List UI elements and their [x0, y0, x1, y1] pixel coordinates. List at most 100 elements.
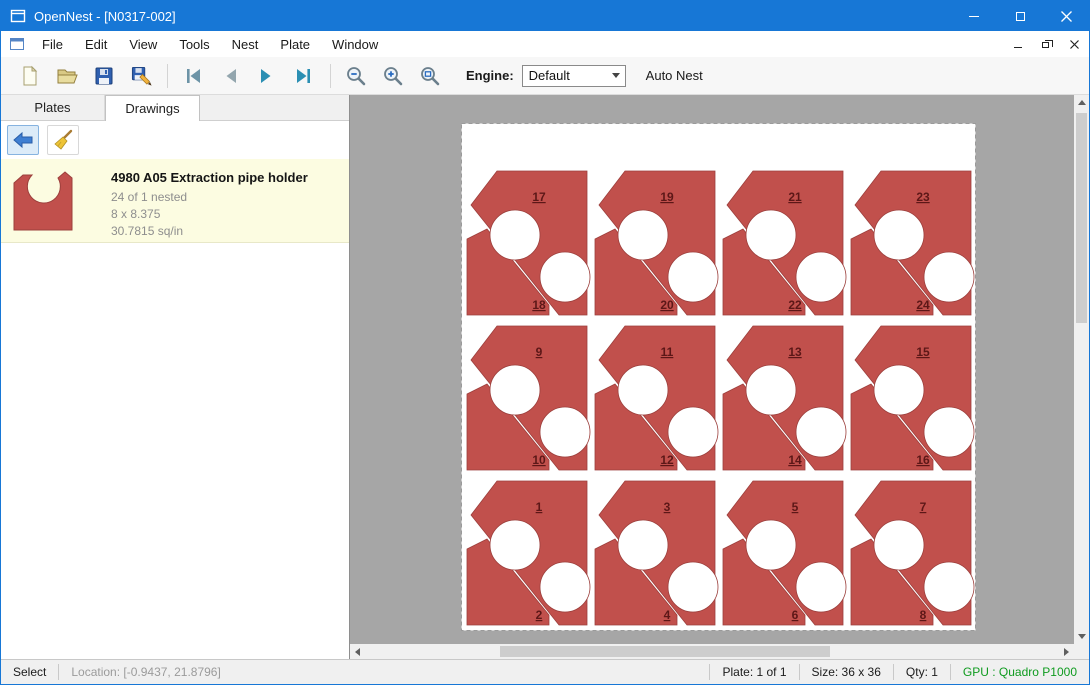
scrollbar-corner [1074, 644, 1089, 659]
vertical-scrollbar[interactable] [1074, 95, 1089, 644]
nest-cell[interactable]: 23 24 [851, 171, 974, 315]
zoom-fit-button[interactable] [415, 61, 445, 91]
scroll-left-icon[interactable] [350, 644, 365, 659]
nest-cell[interactable]: 7 8 [851, 481, 974, 625]
chevron-down-icon[interactable] [608, 66, 625, 86]
previous-plate-button[interactable] [215, 61, 245, 91]
part-number-top: 5 [792, 500, 799, 514]
close-button[interactable] [1043, 1, 1089, 31]
new-file-icon [19, 65, 41, 87]
tab-drawings[interactable]: Drawings [105, 95, 200, 121]
maximize-icon [1016, 12, 1025, 21]
save-icon [93, 65, 115, 87]
nest-cell[interactable]: 9 10 [467, 326, 590, 470]
menu-plate[interactable]: Plate [269, 31, 321, 57]
drawing-meta: 4980 A05 Extraction pipe holder 24 of 1 … [111, 159, 308, 242]
part-pair [595, 326, 718, 470]
menu-view[interactable]: View [118, 31, 168, 57]
part-pair [851, 481, 974, 625]
zoom-out-button[interactable] [341, 61, 371, 91]
part-thumbnail [11, 169, 75, 233]
import-drawing-button[interactable] [7, 125, 39, 155]
status-plate: Plate: 1 of 1 [710, 665, 798, 679]
nest-cell[interactable]: 1 2 [467, 481, 590, 625]
menu-edit[interactable]: Edit [74, 31, 118, 57]
first-plate-button[interactable] [178, 61, 208, 91]
sidebar-tabstrip: Plates Drawings [1, 95, 349, 121]
part-number-bottom: 14 [788, 453, 802, 467]
menu-bar: File Edit View Tools Nest Plate Window [1, 31, 1089, 57]
menu-file[interactable]: File [31, 31, 74, 57]
status-location: Location: [-0.9437, 21.8796] [59, 665, 232, 679]
clear-drawings-button[interactable] [47, 125, 79, 155]
vertical-scroll-thumb[interactable] [1076, 113, 1087, 323]
horizontal-scrollbar[interactable] [350, 644, 1074, 659]
blue-arrow-icon [11, 128, 35, 152]
mdi-minimize-button[interactable] [1005, 33, 1031, 55]
part-number-top: 21 [788, 190, 802, 204]
status-qty: Qty: 1 [894, 665, 950, 679]
menu-window[interactable]: Window [321, 31, 389, 57]
previous-arrow-icon [219, 65, 241, 87]
maximize-button[interactable] [997, 1, 1043, 31]
save-edit-icon [130, 65, 152, 87]
status-mode: Select [1, 665, 58, 679]
menu-nest[interactable]: Nest [221, 31, 270, 57]
tab-drawings-label: Drawings [125, 101, 179, 116]
horizontal-scroll-thumb[interactable] [500, 646, 830, 657]
first-arrow-icon [182, 65, 204, 87]
nest-cell[interactable]: 17 18 [467, 171, 590, 315]
nest-cell[interactable]: 3 4 [595, 481, 718, 625]
part-pair [467, 171, 590, 315]
mdi-minimize-icon [1014, 47, 1022, 48]
nest-cell[interactable]: 15 16 [851, 326, 974, 470]
status-size: Size: 36 x 36 [800, 665, 893, 679]
zoom-in-icon [382, 65, 404, 87]
drawing-title: 4980 A05 Extraction pipe holder [111, 170, 308, 185]
opennest-window: OpenNest - [N0317-002] File Edit View To… [0, 0, 1090, 685]
mdi-restore-button[interactable] [1033, 33, 1059, 55]
menu-tools[interactable]: Tools [168, 31, 220, 57]
part-number-top: 13 [788, 345, 802, 359]
nesting-canvas[interactable]: 17 18 19 20 21 22 23 24 9 10 [350, 95, 1089, 659]
next-plate-button[interactable] [252, 61, 282, 91]
save-button[interactable] [89, 61, 119, 91]
part-number-top: 9 [536, 345, 543, 359]
part-number-top: 11 [661, 345, 674, 359]
document-window-icon[interactable] [9, 37, 25, 52]
plate[interactable]: 17 18 19 20 21 22 23 24 9 10 [461, 123, 976, 631]
part-number-top: 19 [660, 190, 674, 204]
nest-cell[interactable]: 5 6 [723, 481, 846, 625]
scroll-up-icon[interactable] [1074, 95, 1089, 110]
part-number-bottom: 18 [532, 298, 546, 312]
open-button[interactable] [52, 61, 82, 91]
next-arrow-icon [256, 65, 278, 87]
part-number-bottom: 8 [920, 608, 927, 622]
app-icon [10, 8, 26, 24]
minimize-button[interactable] [951, 1, 997, 31]
nest-cell[interactable]: 19 20 [595, 171, 718, 315]
tab-plates[interactable]: Plates [1, 95, 105, 120]
auto-nest-button[interactable]: Auto Nest [646, 68, 703, 83]
window-title: OpenNest - [N0317-002] [34, 9, 951, 24]
new-button[interactable] [15, 61, 45, 91]
mdi-close-button[interactable] [1061, 33, 1087, 55]
part-pair [595, 171, 718, 315]
save-edit-button[interactable] [126, 61, 156, 91]
close-icon [1061, 11, 1072, 22]
scroll-right-icon[interactable] [1059, 644, 1074, 659]
nest-cell[interactable]: 11 12 [595, 326, 718, 470]
zoom-in-button[interactable] [378, 61, 408, 91]
nest-cell[interactable]: 21 22 [723, 171, 846, 315]
last-plate-button[interactable] [289, 61, 319, 91]
part-pair [851, 171, 974, 315]
part-number-top: 7 [920, 500, 927, 514]
part-pair [595, 481, 718, 625]
scroll-down-icon[interactable] [1074, 629, 1089, 644]
nest-cell[interactable]: 13 14 [723, 326, 846, 470]
part-number-bottom: 24 [916, 298, 930, 312]
drawing-list-item[interactable]: 4980 A05 Extraction pipe holder 24 of 1 … [1, 159, 349, 243]
last-arrow-icon [293, 65, 315, 87]
engine-select[interactable]: Default [522, 65, 626, 87]
minimize-icon [969, 16, 979, 17]
